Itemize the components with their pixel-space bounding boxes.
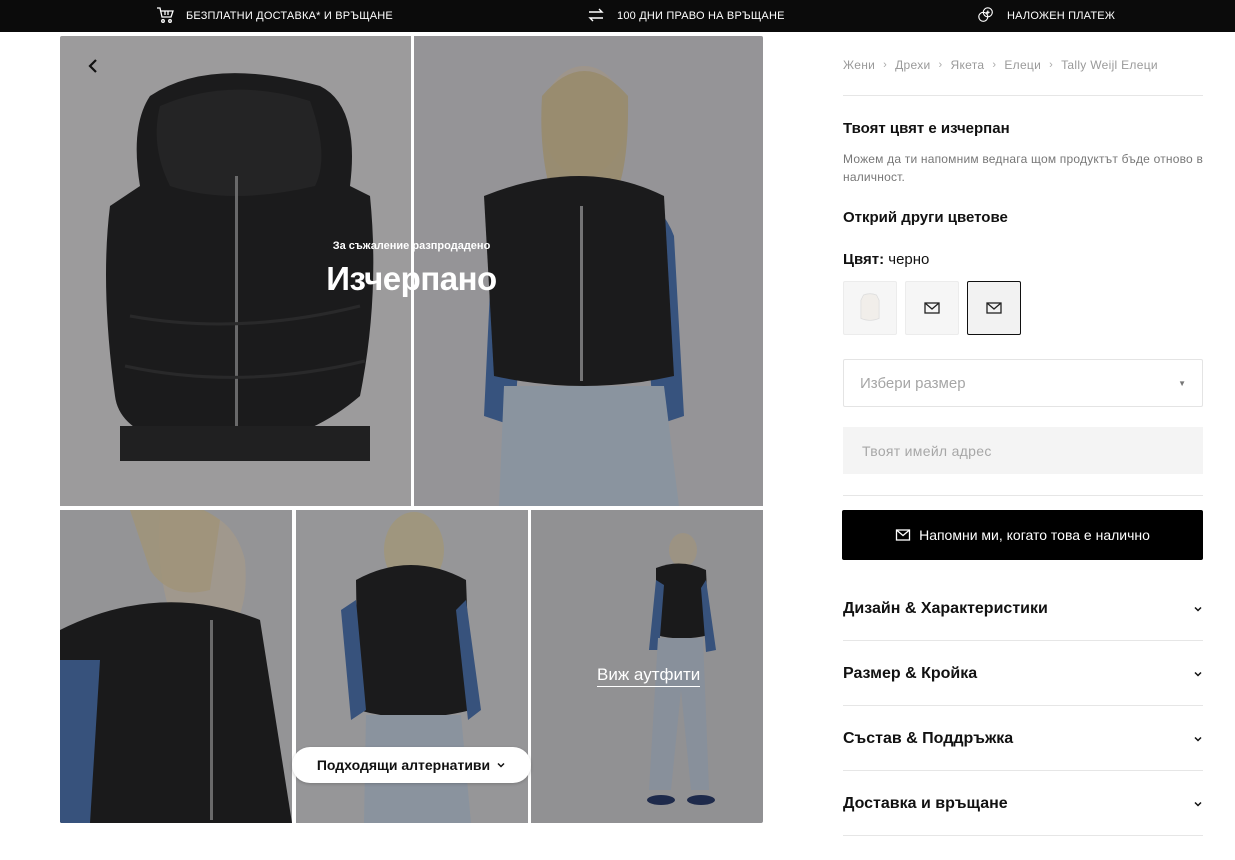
out-of-stock-description: Можем да ти напомним веднага щом продукт… [843, 152, 1204, 184]
breadcrumb-item[interactable]: Якета [951, 58, 985, 72]
chevron-right-icon: › [938, 59, 943, 71]
free-delivery-info: БЕЗПЛАТНИ ДОСТАВКА* И ВРЪЩАНЕ [156, 0, 393, 32]
color-label: Цвят: [843, 251, 885, 268]
mail-icon [895, 529, 911, 541]
soldout-subtitle: За съжаление разпродадено [332, 240, 491, 252]
product-photo-side[interactable] [60, 510, 292, 823]
divider [843, 495, 1203, 496]
breadcrumb-item[interactable]: Жени [843, 58, 875, 72]
notify-me-button[interactable]: Напомни ми, когато това е налично [842, 510, 1203, 560]
color-swatch-white[interactable] [843, 281, 897, 335]
alternatives-label: Подходящи алтернативи [316, 757, 491, 773]
product-gallery[interactable]: За съжаление разпродадено Изчерпано Виж … [60, 36, 763, 823]
gallery-back-button[interactable] [80, 52, 108, 80]
cod-label: НАЛОЖЕН ПЛАТЕЖ [1007, 10, 1116, 22]
return-arrows-icon [587, 6, 605, 27]
chevron-down-icon [497, 762, 505, 768]
color-swatch-black[interactable] [967, 281, 1021, 335]
accordion-composition[interactable]: Състав & Поддръжка [843, 707, 1203, 771]
other-colors-heading: Открий други цветове [843, 209, 1008, 226]
cod-info: НАЛОЖЕН ПЛАТЕЖ [977, 0, 1115, 32]
alternatives-button[interactable]: Подходящи алтернативи [292, 747, 531, 783]
notify-me-label: Напомни ми, когато това е налично [919, 527, 1150, 543]
color-info: Цвят: черно [843, 251, 929, 268]
chevron-right-icon: › [883, 59, 888, 71]
free-delivery-label: БЕЗПЛАТНИ ДОСТАВКА* И ВРЪЩАНЕ [186, 10, 393, 22]
size-select[interactable]: Избери размер ▼ [843, 359, 1203, 407]
color-swatches [843, 281, 1021, 335]
color-swatch-grey[interactable] [905, 281, 959, 335]
returns-label: 100 ДНИ ПРАВО НА ВРЪЩАНЕ [617, 10, 785, 22]
chevron-left-icon [88, 59, 97, 73]
mail-icon [924, 302, 940, 314]
out-of-stock-title: Твоят цвят е изчерпан [843, 120, 1010, 137]
mail-icon [986, 302, 1002, 314]
accordion-design[interactable]: Дизайн & Характеристики [843, 577, 1203, 641]
accordion-label: Състав & Поддръжка [843, 729, 1014, 747]
chevron-down-icon [1194, 671, 1202, 677]
chevron-right-icon: › [992, 59, 997, 71]
breadcrumb: Жени › Дрехи › Якета › Елеци › Tally Wei… [843, 58, 1158, 72]
chevron-down-icon [1194, 801, 1202, 807]
breadcrumb-item[interactable]: Елеци [1004, 58, 1041, 72]
email-field[interactable]: Твоят имейл адрес [843, 427, 1203, 474]
soldout-title: Изчерпано [326, 260, 497, 297]
divider [843, 95, 1203, 96]
breadcrumb-item[interactable]: Дрехи [895, 58, 930, 72]
size-select-placeholder: Избери размер [860, 374, 966, 392]
coins-icon [977, 6, 995, 27]
accordion-label: Дизайн & Характеристики [843, 599, 1048, 617]
breadcrumb-item[interactable]: Tally Weijl Елеци [1061, 58, 1158, 72]
email-placeholder: Твоят имейл адрес [862, 442, 992, 459]
chevron-right-icon: › [1049, 59, 1054, 71]
returns-info: 100 ДНИ ПРАВО НА ВРЪЩАНЕ [587, 0, 785, 32]
view-outfits-link[interactable]: Виж аутфити [597, 665, 701, 687]
accordion-size-fit[interactable]: Размер & Кройка [843, 642, 1203, 706]
caret-down-icon: ▼ [1178, 378, 1186, 388]
accordion-label: Доставка и връщане [843, 794, 1008, 812]
top-info-bar: БЕЗПЛАТНИ ДОСТАВКА* И ВРЪЩАНЕ 100 ДНИ ПР… [0, 0, 1235, 32]
color-value: черно [888, 251, 930, 268]
cart-icon [156, 6, 174, 27]
white-vest-thumbnail-icon [860, 293, 880, 321]
chevron-down-icon [1194, 736, 1202, 742]
accordion-label: Размер & Кройка [843, 664, 978, 682]
accordion-delivery[interactable]: Доставка и връщане [843, 772, 1203, 836]
chevron-down-icon [1194, 606, 1202, 612]
